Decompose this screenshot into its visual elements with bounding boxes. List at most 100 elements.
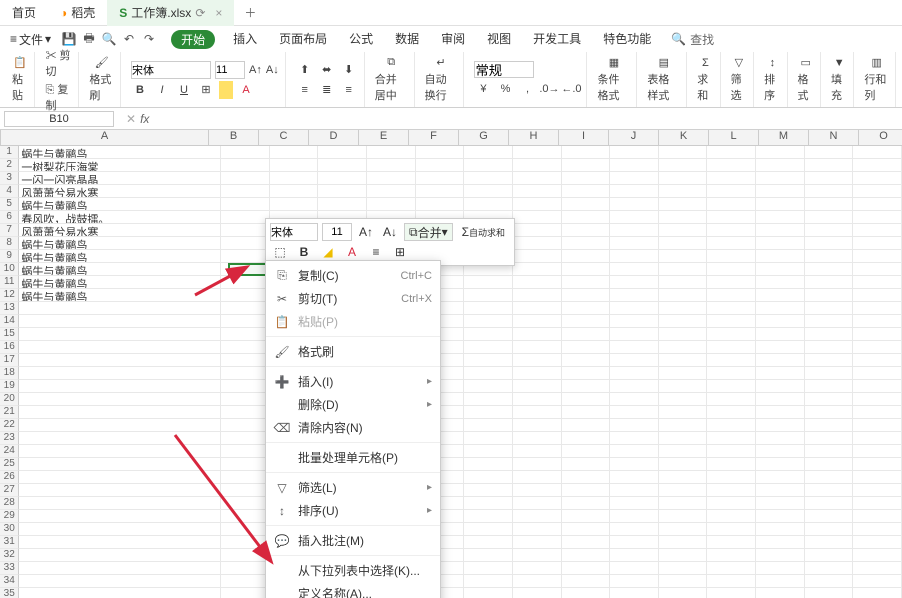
cell[interactable] bbox=[756, 380, 805, 393]
cell[interactable] bbox=[221, 354, 270, 367]
cell[interactable] bbox=[805, 549, 854, 562]
row-header[interactable]: 16 bbox=[0, 341, 19, 354]
cell[interactable] bbox=[707, 419, 756, 432]
cell[interactable] bbox=[610, 562, 659, 575]
cell[interactable] bbox=[562, 315, 611, 328]
cell[interactable] bbox=[707, 237, 756, 250]
cell[interactable] bbox=[659, 354, 708, 367]
merge-center-button[interactable]: ⧉ 合并居中 bbox=[375, 56, 408, 103]
print-icon[interactable]: 🖶 bbox=[81, 31, 97, 47]
ribbon-tab-devtools[interactable]: 开发工具 bbox=[529, 30, 585, 49]
cell[interactable] bbox=[659, 458, 708, 471]
cell[interactable] bbox=[659, 510, 708, 523]
currency-icon[interactable]: ¥ bbox=[474, 80, 492, 98]
cell[interactable] bbox=[562, 458, 611, 471]
cell[interactable] bbox=[610, 341, 659, 354]
cell[interactable]: 蜗牛与黄鹂鸟 bbox=[19, 289, 221, 302]
cell[interactable] bbox=[805, 562, 854, 575]
row-header[interactable]: 9 bbox=[0, 250, 19, 263]
cell[interactable] bbox=[853, 393, 902, 406]
cell[interactable] bbox=[562, 523, 611, 536]
row-header[interactable]: 19 bbox=[0, 380, 19, 393]
cell[interactable] bbox=[659, 588, 708, 598]
cell[interactable] bbox=[513, 380, 562, 393]
col-header-B[interactable]: B bbox=[209, 130, 259, 145]
cell[interactable] bbox=[659, 250, 708, 263]
cell[interactable] bbox=[756, 302, 805, 315]
cell[interactable] bbox=[707, 575, 756, 588]
cell[interactable] bbox=[464, 198, 513, 211]
cell[interactable] bbox=[464, 419, 513, 432]
cell[interactable] bbox=[707, 211, 756, 224]
cell[interactable] bbox=[513, 341, 562, 354]
refresh-icon[interactable]: ⟳ bbox=[195, 6, 205, 20]
row-header[interactable]: 27 bbox=[0, 484, 19, 497]
cell[interactable] bbox=[464, 367, 513, 380]
file-menu[interactable]: ≡ 文件 ▾ bbox=[6, 31, 55, 48]
cell[interactable] bbox=[464, 328, 513, 341]
font-color-button[interactable]: A bbox=[237, 81, 255, 99]
cell[interactable] bbox=[659, 406, 708, 419]
cell[interactable] bbox=[513, 328, 562, 341]
cell[interactable] bbox=[756, 224, 805, 237]
underline-button[interactable]: U bbox=[175, 81, 193, 99]
cell[interactable] bbox=[464, 588, 513, 598]
cell[interactable] bbox=[610, 263, 659, 276]
cell[interactable]: 风萧萧兮易水寒 bbox=[19, 224, 221, 237]
cell[interactable] bbox=[610, 393, 659, 406]
cell[interactable] bbox=[610, 432, 659, 445]
row-header[interactable]: 35 bbox=[0, 588, 19, 598]
cell[interactable] bbox=[610, 172, 659, 185]
col-header-A[interactable]: A bbox=[1, 130, 209, 145]
cell[interactable] bbox=[562, 393, 611, 406]
cell[interactable] bbox=[659, 237, 708, 250]
format-painter-button[interactable]: 🖌 格式刷 bbox=[89, 56, 114, 103]
cell[interactable] bbox=[756, 146, 805, 159]
cell[interactable]: 蜗牛与黄鹂鸟 bbox=[19, 146, 221, 159]
cell[interactable] bbox=[610, 380, 659, 393]
cell[interactable] bbox=[464, 497, 513, 510]
cell[interactable] bbox=[756, 549, 805, 562]
cell[interactable] bbox=[756, 445, 805, 458]
cell[interactable] bbox=[707, 432, 756, 445]
row-header[interactable]: 24 bbox=[0, 445, 19, 458]
inc-decimal-icon[interactable]: .0→ bbox=[540, 80, 558, 98]
cell[interactable] bbox=[19, 549, 221, 562]
cell[interactable] bbox=[221, 159, 270, 172]
cell[interactable] bbox=[221, 315, 270, 328]
cell[interactable] bbox=[659, 146, 708, 159]
col-header-M[interactable]: M bbox=[759, 130, 809, 145]
cell[interactable] bbox=[221, 497, 270, 510]
cell[interactable] bbox=[221, 575, 270, 588]
cell[interactable] bbox=[19, 341, 221, 354]
cm-clear[interactable]: ⌫清除内容(N) bbox=[266, 416, 440, 439]
cell[interactable] bbox=[707, 341, 756, 354]
cell[interactable] bbox=[464, 406, 513, 419]
row-header[interactable]: 21 bbox=[0, 406, 19, 419]
cell[interactable] bbox=[19, 302, 221, 315]
cell[interactable] bbox=[513, 471, 562, 484]
cell[interactable] bbox=[756, 198, 805, 211]
cell[interactable] bbox=[562, 484, 611, 497]
row-header[interactable]: 28 bbox=[0, 497, 19, 510]
cell[interactable] bbox=[19, 471, 221, 484]
row-header[interactable]: 30 bbox=[0, 523, 19, 536]
cell[interactable] bbox=[707, 315, 756, 328]
cell[interactable] bbox=[659, 328, 708, 341]
cell[interactable] bbox=[367, 198, 416, 211]
cell[interactable] bbox=[221, 419, 270, 432]
mini-bold-button[interactable]: B bbox=[294, 243, 314, 261]
col-header-H[interactable]: H bbox=[509, 130, 559, 145]
cell[interactable] bbox=[659, 380, 708, 393]
cell[interactable] bbox=[221, 549, 270, 562]
cell[interactable] bbox=[853, 523, 902, 536]
cell[interactable] bbox=[562, 250, 611, 263]
save-icon[interactable]: 💾 bbox=[61, 31, 77, 47]
cell[interactable] bbox=[610, 497, 659, 510]
cell[interactable] bbox=[659, 575, 708, 588]
table-style-button[interactable]: ▤表格样式 bbox=[647, 56, 680, 103]
row-header[interactable]: 22 bbox=[0, 419, 19, 432]
cell[interactable] bbox=[562, 224, 611, 237]
cell[interactable] bbox=[853, 484, 902, 497]
format-button[interactable]: ▭格式 bbox=[798, 56, 814, 103]
